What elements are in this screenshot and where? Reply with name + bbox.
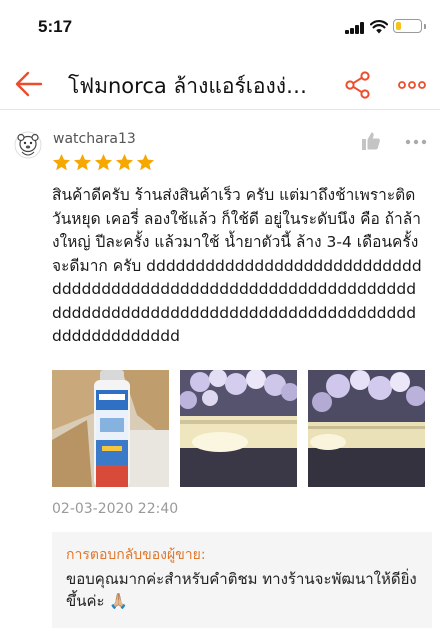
seller-reply-text: ขอบคุณมากค่ะสำหรับคำติชม ทางร้านจะพัฒนาใ… bbox=[66, 570, 417, 610]
review-date: 02-03-2020 22:40 bbox=[52, 501, 179, 517]
page-title: โฟมnorca ล้างแอร์เองง่… bbox=[68, 74, 308, 98]
star-icon bbox=[115, 153, 134, 171]
thumbs-up-icon[interactable] bbox=[361, 131, 381, 151]
more-dots-icon[interactable] bbox=[398, 80, 426, 90]
battery-level bbox=[395, 21, 402, 30]
status-bar: 5:17 bbox=[0, 0, 440, 48]
share-icon[interactable] bbox=[344, 71, 372, 99]
back-arrow-icon[interactable] bbox=[14, 70, 44, 98]
star-rating bbox=[52, 153, 155, 173]
review-photo-foam-on-coil[interactable] bbox=[180, 370, 297, 487]
star-icon bbox=[52, 153, 71, 171]
review-photo-foam-on-unit[interactable] bbox=[308, 370, 425, 487]
battery-icon bbox=[393, 19, 426, 33]
wifi-icon bbox=[370, 20, 388, 34]
review-options-icon[interactable] bbox=[405, 139, 427, 145]
header-bar: โฟมnorca ล้างแอร์เองง่… bbox=[0, 58, 440, 110]
review-photo-spray-can[interactable] bbox=[52, 370, 169, 487]
star-icon bbox=[136, 153, 155, 171]
reviewer-avatar[interactable] bbox=[14, 131, 42, 159]
review-text: สินค้าดีครับ ร้านส่งสินค้าเร็ว ครับ แต่ม… bbox=[52, 186, 422, 345]
status-time: 5:17 bbox=[38, 17, 73, 36]
seller-reply-box: การตอบกลับของผู้ขาย: ขอบคุณมากค่ะสำหรับค… bbox=[52, 532, 432, 628]
cellular-signal-icon bbox=[345, 22, 365, 34]
star-icon bbox=[73, 153, 92, 171]
star-icon bbox=[94, 153, 113, 171]
seller-reply-label: การตอบกลับของผู้ขาย: bbox=[66, 547, 206, 563]
reviewer-username[interactable]: watchara13 bbox=[53, 131, 136, 147]
